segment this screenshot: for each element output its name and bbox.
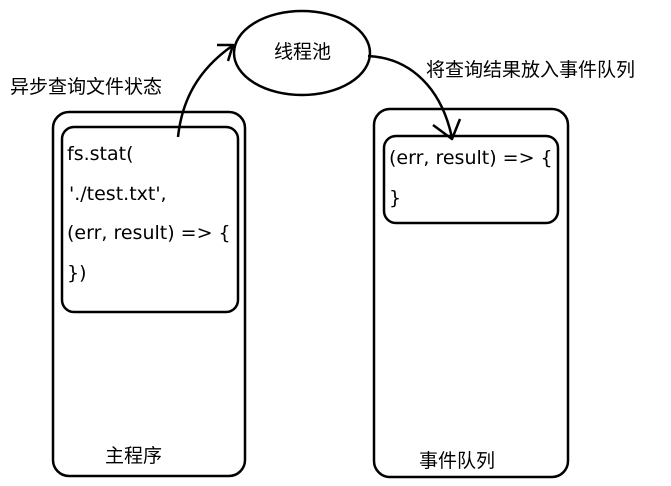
main-program-box — [51, 110, 247, 478]
main-code-line-3: (err, result) => { — [67, 222, 231, 244]
main-code-line-4: }) — [67, 262, 87, 284]
event-queue-label: 事件队列 — [419, 450, 496, 472]
diagram: 异步查询文件状态 线程池 将查询结果放入事件队列 主程序 事件队列 fs.sta… — [0, 0, 671, 486]
queue-code-line-2: } — [389, 187, 402, 209]
main-code-line-1: fs.stat( — [67, 143, 134, 165]
main-program-label: 主程序 — [105, 445, 163, 467]
queue-code-line-1: (err, result) => { — [389, 147, 553, 169]
thread-pool-label: 线程池 — [274, 41, 332, 63]
main-code-line-2: './test.txt', — [69, 183, 167, 205]
put-result-label: 将查询结果放入事件队列 — [426, 59, 636, 81]
async-arrow — [176, 44, 233, 138]
async-query-label: 异步查询文件状态 — [10, 76, 163, 98]
